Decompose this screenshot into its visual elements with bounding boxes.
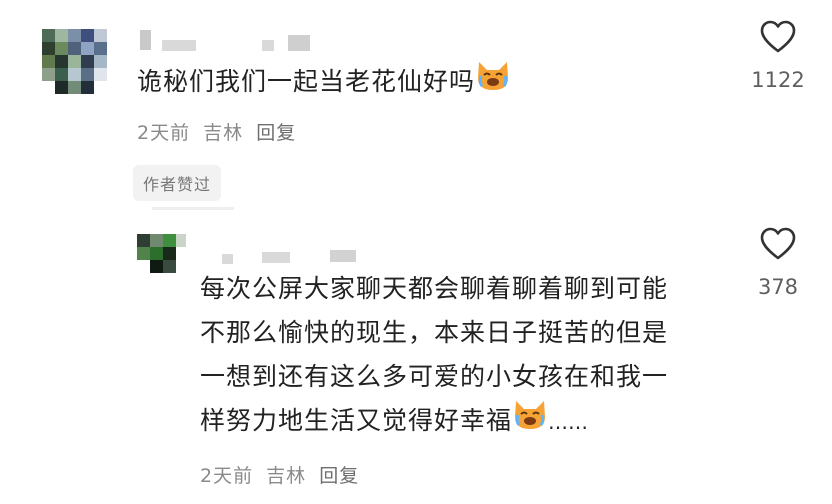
crying-cat-emoji [475,60,511,106]
comment-location: 吉林 [203,122,244,144]
like-button[interactable] [760,227,796,265]
author-liked-badge: 作者赞过 [133,165,222,201]
crying-cat-emoji [512,399,548,445]
reply-button[interactable]: 回复 [256,122,296,144]
reply-text: 每次公屏大家聊天都会聊着聊着聊到可能 不那么愉快的现生，本来日子挺苦的但是 一想… [200,267,740,445]
reply-time: 2天前 [200,465,254,487]
comment-meta: 2天前 吉林 回复 [137,118,302,145]
heart-icon[interactable] [760,227,796,261]
like-button[interactable] [760,20,796,58]
reply-location: 吉林 [266,465,307,487]
comment-time: 2天前 [137,122,191,144]
like-count: 378 [757,275,799,299]
divider [152,207,234,210]
like-count: 1122 [751,68,805,92]
comment-text: 诡秘们我们一起当老花仙好吗 [137,60,511,106]
reply-button[interactable]: 回复 [319,465,359,487]
reply-meta: 2天前 吉林 回复 [200,461,365,488]
avatar[interactable] [42,29,110,97]
reply-avatar[interactable] [137,234,189,276]
heart-icon[interactable] [760,20,796,54]
